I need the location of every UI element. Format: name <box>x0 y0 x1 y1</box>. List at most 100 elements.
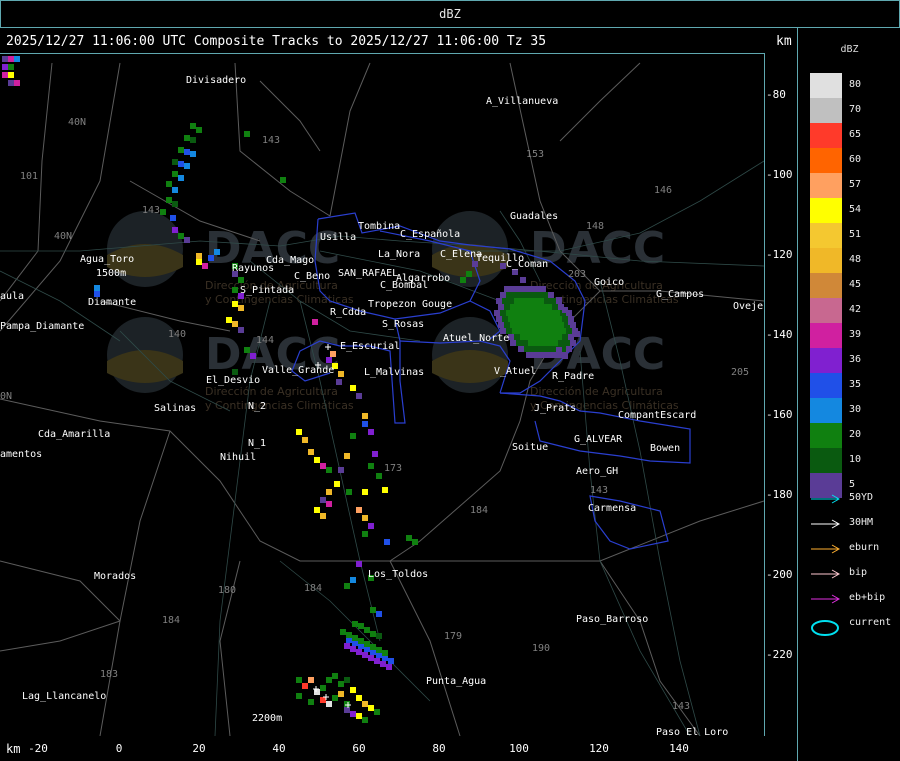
radar-echo <box>14 80 20 86</box>
radar-echo <box>548 328 554 334</box>
radar-echo <box>518 346 524 352</box>
radar-echo <box>552 304 558 310</box>
place-label: Punta_Agua <box>426 676 486 687</box>
radar-echo <box>504 286 510 292</box>
radar-echo <box>568 334 574 340</box>
radar-echo <box>326 467 332 473</box>
radar-echo <box>500 310 506 316</box>
place-label: Salinas <box>154 403 196 414</box>
place-label: Agua_Toro <box>80 254 134 265</box>
radar-echo <box>332 695 338 701</box>
place-label: C_Española <box>400 229 460 240</box>
legend-label: 36 <box>849 354 862 365</box>
radar-echo <box>520 277 526 283</box>
place-label: N_1 <box>248 438 266 449</box>
legend-swatch <box>810 398 842 423</box>
radar-echo <box>536 310 542 316</box>
x-tick-label: 100 <box>509 742 529 755</box>
radar-echo <box>358 623 364 629</box>
place-label: 1500m <box>96 268 126 279</box>
legend-swatch <box>810 373 842 398</box>
department-boundary <box>390 500 764 562</box>
radar-echo <box>308 677 314 683</box>
radar-echo <box>190 137 196 143</box>
place-label: E_Escurial <box>340 341 400 352</box>
place-label: C_Beno <box>294 271 330 282</box>
department-boundary <box>0 62 53 302</box>
radar-echo <box>326 357 332 363</box>
radar-echo <box>540 304 546 310</box>
watermark-text: Dirección de Agricultura <box>205 385 338 398</box>
radar-echo <box>382 487 388 493</box>
place-label: Valle_Grande <box>262 365 334 376</box>
radar-echo <box>546 304 552 310</box>
radar-echo <box>566 328 572 334</box>
radar-echo <box>510 304 516 310</box>
place-label: Tombina <box>358 221 400 232</box>
radar-echo <box>202 263 208 269</box>
legend-swatch <box>810 223 842 248</box>
radar-echo <box>542 292 548 298</box>
place-label: Aero_GH <box>576 466 618 477</box>
radar-echo <box>8 64 14 70</box>
radar-echo <box>502 316 508 322</box>
radar-map-canvas[interactable]: DACCDirección de Agriculturay Contingenc… <box>0 54 764 736</box>
radar-echo <box>522 322 528 328</box>
radar-echo <box>172 159 178 165</box>
radar-echo <box>336 379 342 385</box>
place-label: R_Cdda <box>330 307 366 318</box>
radar-echo <box>338 691 344 697</box>
place-label: Paso_Barroso <box>576 614 648 625</box>
radar-echo <box>528 322 534 328</box>
radar-echo <box>516 304 522 310</box>
radar-echo <box>368 523 374 529</box>
radar-echo <box>520 334 526 340</box>
legend-swatch <box>810 423 842 448</box>
radar-echo <box>384 539 390 545</box>
place-label: G_ALVEAR <box>574 434 623 445</box>
radar-echo <box>352 621 358 627</box>
department-boundary <box>0 398 390 562</box>
watermark-text: Dirección de Agricultura <box>530 385 663 398</box>
radar-echo <box>550 298 556 304</box>
route-number: 179 <box>444 631 462 642</box>
radar-echo <box>320 463 326 469</box>
radar-echo <box>338 371 344 377</box>
radar-echo <box>172 171 178 177</box>
legend-swatch <box>810 148 842 173</box>
radar-echo <box>356 393 362 399</box>
place-label: S_Pintada <box>240 285 294 296</box>
track-legend-ebbip: eb+bip <box>810 592 900 614</box>
place-label: R_Padre <box>552 371 594 382</box>
radar-echo <box>508 298 514 304</box>
route-number: 205 <box>731 367 749 378</box>
radar-echo <box>314 457 320 463</box>
radar-echo <box>552 322 558 328</box>
window-title: dBZ <box>439 7 461 21</box>
place-label: G_Campos <box>656 289 704 300</box>
window-titlebar: dBZ <box>0 0 900 28</box>
place-label: A_Villanueva <box>486 96 558 107</box>
department-boundary <box>389 560 461 736</box>
y-tick-label: -160 <box>766 408 793 421</box>
route-number: 143 <box>672 701 690 712</box>
radar-map[interactable]: DACC Dirección de Agricultura y Contingenc… <box>0 53 765 736</box>
radar-echo <box>370 607 376 613</box>
radar-echo <box>546 340 552 346</box>
radar-echo <box>232 287 238 293</box>
place-label: Usilla <box>320 232 356 243</box>
x-tick-label: 20 <box>192 742 206 755</box>
radar-echo <box>196 127 202 133</box>
radar-echo <box>280 177 286 183</box>
radar-echo <box>172 187 178 193</box>
radar-echo <box>344 701 350 707</box>
route-number: 173 <box>384 463 402 474</box>
route-number: 140 <box>168 329 186 340</box>
route-number: 184 <box>304 583 322 594</box>
radar-echo <box>544 352 550 358</box>
radar-echo <box>388 658 394 664</box>
radar-echo <box>548 292 554 298</box>
legend-label: 65 <box>849 129 862 140</box>
legend-label: 60 <box>849 154 862 165</box>
radar-echo <box>538 316 544 322</box>
